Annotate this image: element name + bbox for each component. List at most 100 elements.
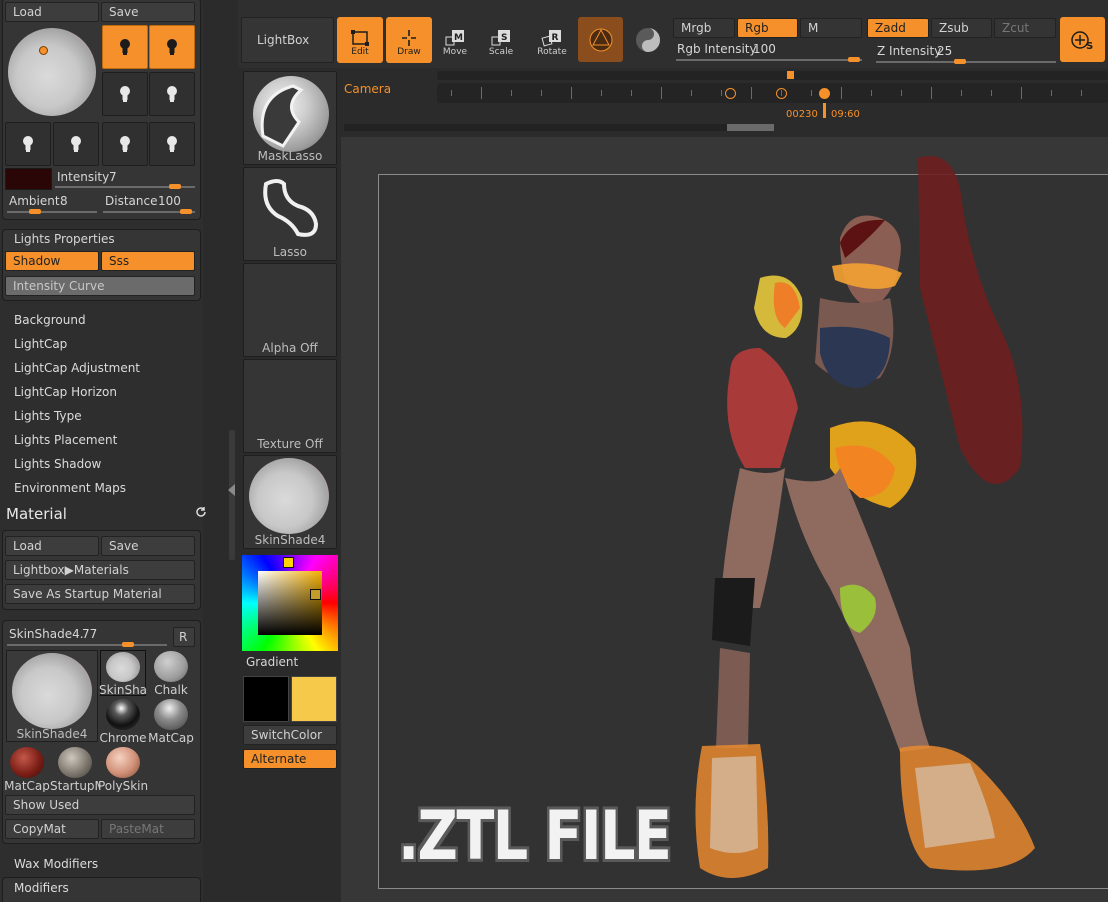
keyframe-2[interactable] [776,88,787,99]
alternate-button[interactable]: Alternate [243,749,337,769]
material-swatch-matcap[interactable]: MatCap [148,698,194,744]
light-save-button[interactable]: Save [101,2,195,22]
save-startup-material-button[interactable]: Save As Startup Material [5,584,195,604]
menu-lights-type[interactable]: Lights Type [14,409,82,423]
distance-slider[interactable]: Distance 100 [103,194,195,216]
menu-lightcap[interactable]: LightCap [14,337,67,351]
main-color-swatch[interactable] [243,676,289,722]
material-r-button[interactable]: R [173,627,195,647]
ambient-value: 8 [60,194,68,208]
material-swatch-startup[interactable]: StartupM [50,746,100,792]
saturation-marker[interactable] [310,589,321,600]
rgb-intensity-slider[interactable]: Rgb Intensity 100 [676,42,862,64]
lightbulb-icon [23,136,33,152]
material-title[interactable]: Material [6,505,67,523]
character-model[interactable] [690,148,1108,888]
color-mode-button[interactable] [628,20,668,60]
timeline-scrub-bar[interactable] [437,71,1108,80]
intensity-curve-button[interactable]: Intensity Curve [5,276,195,296]
ambient-slider[interactable]: Ambient 8 [7,194,99,216]
material-slider-knob[interactable] [122,642,134,647]
menu-lightcap-adjustment[interactable]: LightCap Adjustment [14,361,140,375]
m-button[interactable]: M [800,18,862,38]
light-slot-8[interactable] [149,122,195,166]
light-load-button[interactable]: Load [5,2,99,22]
material-save-button[interactable]: Save [101,536,195,556]
material-slider[interactable]: SkinShade4. 77 [7,627,167,649]
light-slot-7[interactable] [102,122,148,166]
lightbulb-icon [167,39,177,55]
light-slot-5[interactable] [5,122,51,166]
rgb-intensity-value: 100 [753,42,776,56]
menu-lights-placement[interactable]: Lights Placement [14,433,117,447]
menu-lightcap-horizon[interactable]: LightCap Horizon [14,385,117,399]
timeline-scrub-knob[interactable] [787,71,794,79]
light-slot-3[interactable] [102,72,148,116]
material-swatch-matcap-red[interactable]: MatCap [4,746,50,792]
material-swatch-polyskin[interactable]: PolySkin [98,746,148,792]
zsub-button[interactable]: Zsub [931,18,992,38]
secondary-color-swatch[interactable] [291,676,337,722]
material-load-button[interactable]: Load [5,536,99,556]
lights-properties-title[interactable]: Lights Properties [14,232,115,246]
paste-material-button[interactable]: PasteMat [101,819,195,839]
z-intensity-knob[interactable] [954,59,966,64]
switch-color-button[interactable]: SwitchColor [243,725,337,745]
z-intensity-slider[interactable]: Z Intensity 25 [876,44,1056,66]
draw-tool[interactable]: Draw [386,17,432,63]
mrgb-button[interactable]: Mrgb [673,18,735,38]
light-slot-4[interactable] [149,72,195,116]
rgb-intensity-knob[interactable] [848,57,860,62]
texture-slot[interactable]: Texture Off [243,359,337,453]
playhead[interactable] [823,103,826,118]
keyframe-current[interactable] [819,88,830,99]
light-position-dot[interactable] [39,46,48,55]
shadow-button[interactable]: Shadow [5,251,99,271]
zcut-button[interactable]: Zcut [994,18,1056,38]
distance-slider-knob[interactable] [180,209,192,214]
light-color-swatch[interactable] [5,168,52,190]
menu-background[interactable]: Background [14,313,86,327]
svg-text:S: S [1086,41,1093,52]
keyframe-1[interactable] [725,88,736,99]
intensity-slider-knob[interactable] [169,184,181,189]
sss-button[interactable]: Sss [101,251,195,271]
collapse-arrow-icon[interactable] [228,484,235,496]
light-slot-6[interactable] [53,122,99,166]
light-slot-1[interactable] [102,25,148,69]
light-slot-2[interactable] [149,25,195,69]
menu-wax-modifiers[interactable]: Wax Modifiers [14,857,98,871]
scale-tool[interactable]: S Scale [478,17,524,63]
zadd-button[interactable]: Zadd [867,18,929,38]
material-mode-button[interactable] [578,17,623,62]
copy-material-button[interactable]: CopyMat [5,819,99,839]
edit-tool[interactable]: Edit [337,17,383,63]
color-picker-square[interactable] [258,571,322,635]
material-swatch-chalk[interactable]: Chalk [148,650,194,696]
masklasso-brush[interactable]: MaskLasso [243,71,337,165]
show-used-button[interactable]: Show Used [5,795,195,815]
menu-environment-maps[interactable]: Environment Maps [14,481,126,495]
material-swatch-skinshade[interactable]: SkinSha [99,650,147,696]
rotate-tool[interactable]: R Rotate [529,17,575,63]
lasso-stroke[interactable]: Lasso [243,167,337,261]
gradient-label[interactable]: Gradient [246,655,298,669]
hue-marker[interactable] [283,557,294,568]
menu-lights-shadow[interactable]: Lights Shadow [14,457,101,471]
light-preview-sphere[interactable] [8,28,96,116]
camera-label[interactable]: Camera [344,82,391,96]
material-swatch-chrome[interactable]: Chrome [99,698,147,744]
current-material-tile[interactable]: SkinShade4 [6,650,98,742]
material-slot[interactable]: SkinShade4 [243,455,337,549]
intensity-slider[interactable]: Intensity 7 [55,170,195,190]
alpha-slot[interactable]: Alpha Off [243,263,337,357]
ambient-slider-knob[interactable] [29,209,41,214]
lightbox-materials-button[interactable]: Lightbox▶Materials [5,560,195,580]
spotlight-button[interactable]: S [1060,17,1105,62]
refresh-icon[interactable] [195,506,207,518]
lightbox-button[interactable]: LightBox [241,17,334,63]
timeline-tick [1051,90,1052,96]
menu-modifiers[interactable]: Modifiers [14,881,69,895]
rgb-button[interactable]: Rgb [737,18,798,38]
move-tool[interactable]: M Move [432,17,478,63]
